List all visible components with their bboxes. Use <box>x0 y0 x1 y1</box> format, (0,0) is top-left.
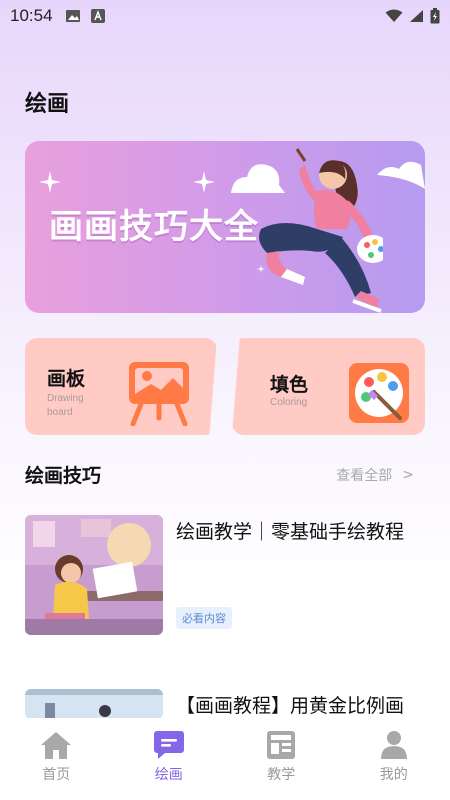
coloring-card[interactable]: 填色 Coloring <box>232 338 425 435</box>
tab-home[interactable]: 首页 <box>11 730 101 784</box>
tab-teaching-label: 教学 <box>267 767 296 783</box>
article-tag-badge: 必看内容 <box>176 607 232 629</box>
palette-icon <box>349 363 409 423</box>
sparkle-icon <box>39 171 61 193</box>
sparkle-icon <box>193 171 215 193</box>
easel-icon <box>129 362 189 426</box>
tab-mine-label: 我的 <box>379 767 408 783</box>
font-icon <box>90 9 105 23</box>
home-icon <box>41 732 72 759</box>
coloring-title: 填色 <box>270 374 309 396</box>
coloring-subtitle: Coloring <box>270 397 308 408</box>
drawing-board-card[interactable]: 画板 Drawing board <box>25 338 217 435</box>
article-thumbnail <box>25 515 163 635</box>
status-time: 10:54 <box>10 6 53 25</box>
news-icon <box>267 731 296 759</box>
tab-home-label: 首页 <box>42 767 71 783</box>
image-icon <box>65 10 80 22</box>
drawing-board-title: 画板 <box>47 368 86 390</box>
notification-icons <box>65 9 105 23</box>
article-title: 【画画教程】用黄金比例画 <box>176 695 405 717</box>
chevron-right-icon: > <box>402 467 414 483</box>
signal-icon <box>410 10 423 22</box>
cloud-icon <box>377 161 425 189</box>
article-item[interactable]: 绘画教学｜零基础手绘教程 必看内容 <box>25 515 425 635</box>
drawing-board-subtitle: Drawing board <box>47 393 84 418</box>
tab-mine[interactable]: 我的 <box>349 730 439 784</box>
bottom-tab-bar: 首页 绘画 教学 我的 <box>0 718 450 800</box>
paint-icon <box>153 731 184 759</box>
section-title: 绘画技巧 <box>25 465 102 487</box>
view-all-label: 查看全部 <box>336 468 393 484</box>
article-item[interactable]: 【画画教程】用黄金比例画 <box>25 689 425 719</box>
system-icons <box>385 8 440 24</box>
user-icon <box>380 731 407 759</box>
tab-teaching[interactable]: 教学 <box>236 730 326 784</box>
article-title: 绘画教学｜零基础手绘教程 <box>176 521 405 543</box>
wifi-icon <box>385 9 403 22</box>
promo-banner[interactable]: 画画技巧大全 <box>25 141 425 313</box>
page-title: 绘画 <box>25 92 70 117</box>
battery-icon <box>430 8 440 24</box>
article-thumbnail <box>25 689 163 719</box>
tab-paint[interactable]: 绘画 <box>124 730 214 784</box>
tab-paint-label: 绘画 <box>154 767 183 783</box>
painter-girl-illustration <box>259 148 383 313</box>
view-all-link[interactable]: 查看全部 > <box>336 465 414 485</box>
status-bar: 10:54 <box>0 0 450 32</box>
banner-title: 画画技巧大全 <box>49 207 259 247</box>
